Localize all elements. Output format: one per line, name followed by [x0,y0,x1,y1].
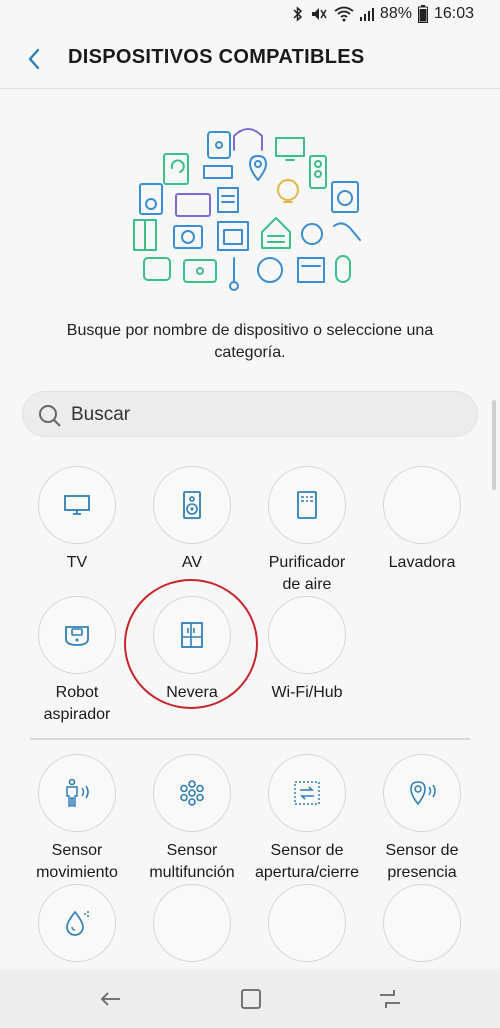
label-line: Sensor [51,842,103,859]
scrollbar[interactable] [492,400,496,490]
sensor-water-leak[interactable] [22,884,132,962]
search-icon [39,405,61,427]
category-robot-vacuum[interactable]: Robot aspirador [22,596,132,726]
category-washer-circle [383,466,461,544]
air-purifier-icon [297,491,317,519]
sensor-open-close-circle [268,754,346,832]
header-divider [0,88,500,89]
label-line: de aire [282,576,332,593]
app-bar: DISPOSITIVOS COMPATIBLES [0,30,500,88]
label-line: movimiento [36,864,118,881]
sensor-label: Sensor multifunción [137,840,247,884]
robot-vacuum-icon [65,626,89,646]
label-line: Sensor de [385,842,459,859]
sensor-label: Sensor movimiento [22,840,132,884]
page-title: DISPOSITIVOS COMPATIBLES [68,46,365,68]
category-tv-circle [38,466,116,544]
category-label: Robot aspirador [22,682,132,726]
category-label: AV [181,554,203,571]
sensor-circle [153,884,231,962]
back-button[interactable] [22,44,48,74]
bluetooth-icon [292,6,304,22]
sensor-item[interactable] [137,884,247,962]
presence-sensor-icon [410,781,436,806]
sensor-water-leak-circle [38,884,116,962]
label-line: multifunción [149,864,235,881]
sensor-item[interactable] [252,884,362,962]
category-tv[interactable]: TV [22,466,132,574]
nav-back-button[interactable] [98,986,124,1017]
label-line: Robot [55,684,99,701]
category-av-circle [153,466,231,544]
multipurpose-sensor-icon [180,780,204,806]
category-air-purifier[interactable]: Purificador de aire [252,466,362,596]
devices-illustration [133,128,361,291]
sensor-multipurpose[interactable]: Sensor multifunción [137,754,247,884]
open-close-sensor-icon [294,781,320,805]
sensor-motion-circle [38,754,116,832]
chevron-left-icon [28,48,40,70]
nav-recents-button[interactable] [376,986,404,1017]
battery-icon [417,5,428,23]
instructions-text: Busque por nombre de dispositivo o selec… [66,322,434,361]
search-input[interactable]: Buscar [22,391,478,437]
highlight-circle [124,579,258,709]
speaker-icon [183,491,201,519]
sensor-item[interactable] [367,884,477,962]
sensor-presence-circle [383,754,461,832]
sensor-open-close[interactable]: Sensor de apertura/cierre [252,754,362,884]
status-icons: 88% 16:03 [292,5,474,23]
sensor-label: Sensor de presencia [367,840,477,884]
label-line: Sensor de [270,842,344,859]
home-square-icon [241,989,261,1009]
motion-sensor-icon [66,778,89,807]
sensor-circle [268,884,346,962]
signal-icon [359,6,374,22]
sensor-circle [383,884,461,962]
category-label: Lavadora [388,554,456,571]
battery-percent: 88% [379,5,412,22]
clock: 16:03 [433,5,474,22]
category-robot-vacuum-circle [38,596,116,674]
category-label: TV [66,554,88,571]
category-label: Wi-Fi/Hub [271,684,343,701]
mute-icon [310,6,328,22]
sensor-motion[interactable]: Sensor movimiento [22,754,132,884]
category-washer[interactable]: Lavadora [367,466,477,574]
category-label: Purificador de aire [252,552,362,596]
recents-icon [380,990,400,1008]
label-line: apertura/cierre [254,864,360,881]
category-av[interactable]: AV [137,466,247,574]
back-arrow-icon [100,992,120,1006]
category-air-purifier-circle [268,466,346,544]
label-line: presencia [387,864,457,881]
nav-home-button[interactable] [238,986,264,1017]
sensor-label: Sensor de apertura/cierre [252,840,362,884]
status-bar: 88% 16:03 [0,0,500,30]
water-leak-icon [66,910,89,936]
section-divider [30,738,470,740]
search-placeholder: Buscar [71,404,131,425]
label-line: Sensor [166,842,218,859]
sensor-multipurpose-circle [153,754,231,832]
wifi-icon [334,6,354,22]
label-line: Purificador [268,554,346,571]
category-wifi-hub-circle [268,596,346,674]
sensor-presence[interactable]: Sensor de presencia [367,754,477,884]
label-line: aspirador [43,706,111,723]
tv-icon [64,495,90,515]
category-wifi-hub[interactable]: Wi-Fi/Hub [252,596,362,704]
navigation-bar [0,970,500,1028]
